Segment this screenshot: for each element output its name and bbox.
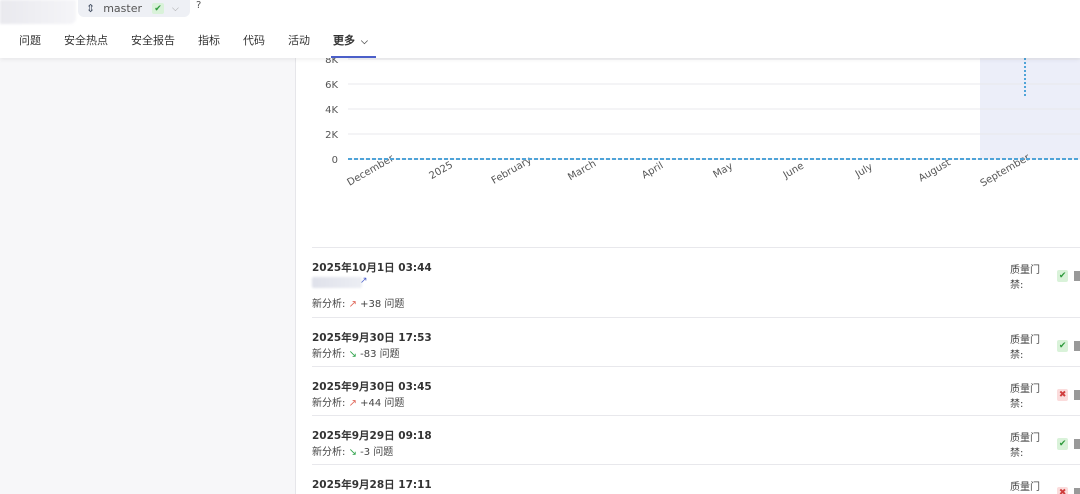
analysis-list: 2025年10月1日 03:44 ↗ 新分析: ↗ +38 问题 质量门禁: ✔ 2025… <box>312 247 1080 494</box>
quality-gate: 质量门禁: ✖ <box>1010 380 1080 410</box>
y-tick-label: 0 <box>332 155 338 166</box>
x-tick-label: June <box>781 161 806 182</box>
gate-fail-icon: ✖ <box>1056 487 1069 494</box>
external-link-icon[interactable]: ↗ <box>360 276 368 286</box>
gate-fail-icon: ✖ <box>1056 389 1069 401</box>
top-header: ⇕ master ✔ ⌵ ? 问题 安全热点 安全报告 指标 代码 活动 更多 ⌵ <box>0 0 1080 58</box>
analysis-row: 2025年10月1日 03:44 ↗ 新分析: ↗ +38 问题 质量门禁: ✔ <box>312 247 1080 317</box>
gate-pass-icon: ✔ <box>1056 438 1069 450</box>
gate-status-text <box>1074 439 1080 449</box>
project-name[interactable] <box>0 0 76 24</box>
analysis-row: 2025年9月30日 17:53 新分析: ↘ -83 问题 质量门禁: ✔ <box>312 317 1080 366</box>
analysis-issue-delta: 新分析: ↗ +38 问题 <box>312 299 405 310</box>
x-tick-label: July <box>853 162 875 181</box>
analysis-date: 2025年9月28日 17:11 <box>312 479 432 491</box>
analysis-issue-delta: 新分析: ↘ -3 问题 <box>312 447 394 458</box>
tab-security-reports[interactable]: 安全报告 <box>131 32 175 56</box>
issue-delta-value: +44 问题 <box>360 398 405 409</box>
x-tick-label: December <box>346 153 397 189</box>
issue-delta-value: -3 问题 <box>360 447 394 458</box>
help-icon[interactable]: ? <box>196 0 201 11</box>
tab-activity[interactable]: 活动 <box>288 32 310 56</box>
quality-gate: 质量门禁: ✖ <box>1010 478 1080 494</box>
tab-more[interactable]: 更多 ⌵ <box>331 32 376 58</box>
tab-measures[interactable]: 指标 <box>198 32 220 56</box>
tab-more-label: 更多 <box>333 34 355 47</box>
quality-gate-label: 质量门禁: <box>1010 433 1040 459</box>
chevron-down-icon[interactable]: ⌵ <box>172 4 179 14</box>
y-tick-label: 4K <box>325 105 338 116</box>
activity-chart-svg: 8K6K4K2K0 December 2025 February March April M… <box>325 55 1080 189</box>
trend-up-icon: ↗ <box>348 299 357 310</box>
project-nav: 问题 安全热点 安全报告 指标 代码 活动 更多 ⌵ <box>19 32 391 58</box>
quality-gate-label: 质量门禁: <box>1010 384 1040 410</box>
issue-delta-value: +38 问题 <box>360 299 405 310</box>
branch-selector[interactable]: ⇕ master ✔ ⌵ <box>78 0 190 17</box>
quality-gate: 质量门禁: ✔ <box>1010 429 1080 459</box>
trend-up-icon: ↗ <box>348 398 357 409</box>
analysis-date: 2025年9月30日 17:53 <box>312 332 432 344</box>
quality-gate: 质量门禁: ✔ <box>1010 331 1080 361</box>
quality-gate: 质量门禁: ✔ <box>1010 261 1080 291</box>
y-tick-label: 8K <box>325 58 338 66</box>
gate-status-text <box>1074 341 1080 351</box>
x-tick-label: March <box>566 158 598 183</box>
branch-name: master <box>103 2 143 15</box>
x-tick-label: 2025 <box>427 160 455 182</box>
x-tick-label: August <box>917 157 953 184</box>
y-tick-label: 2K <box>325 130 338 141</box>
quality-gate-label: 质量门禁: <box>1010 265 1040 291</box>
branch-icon: ⇕ <box>86 2 96 15</box>
gate-status-text <box>1074 390 1080 400</box>
analysis-date: 2025年9月29日 09:18 <box>312 430 432 442</box>
analysis-row: 2025年9月28日 17:11新分析: ↘ 质量门禁:✖ <box>312 464 1080 494</box>
trend-down-icon: ↘ <box>348 447 357 458</box>
x-tick-label: April <box>640 160 665 181</box>
gate-status-text <box>1074 271 1080 281</box>
issue-delta-value: -83 问题 <box>360 349 400 360</box>
tab-code[interactable]: 代码 <box>243 32 265 56</box>
analysis-row: 2025年9月29日 09:18 新分析: ↘ -3 问题 质量门禁: ✔ <box>312 415 1080 464</box>
tab-issues[interactable]: 问题 <box>19 32 41 56</box>
tab-security-hotspots[interactable]: 安全热点 <box>64 32 108 56</box>
trend-down-icon: ↘ <box>348 349 357 360</box>
analysis-date: 2025年10月1日 03:44 <box>312 262 432 274</box>
analysis-row: 2025年9月30日 03:45 新分析: ↗ +44 问题 质量门禁: ✖ <box>312 366 1080 415</box>
activity-chart: 8K 6K 4K 2K 0 December 2025 February March April M… <box>300 55 1080 238</box>
y-tick-label: 6K <box>325 80 338 91</box>
gate-pass-icon: ✔ <box>1056 270 1069 282</box>
analysis-issue-delta: 新分析: ↘ -83 问题 <box>312 349 400 360</box>
branch-status-check-icon: ✔ <box>152 3 165 14</box>
analysis-version <box>312 277 362 288</box>
left-sidebar <box>0 58 296 494</box>
analysis-date: 2025年9月30日 03:45 <box>312 381 432 393</box>
gate-pass-icon: ✔ <box>1056 340 1069 352</box>
gate-status-text <box>1074 488 1080 494</box>
analysis-issue-delta: 新分析: ↗ +44 问题 <box>312 398 405 409</box>
quality-gate-label: 质量门禁: <box>1010 335 1040 361</box>
x-tick-label: May <box>712 161 735 181</box>
chevron-down-icon: ⌵ <box>361 37 368 47</box>
quality-gate-label: 质量门禁: <box>1010 482 1040 493</box>
